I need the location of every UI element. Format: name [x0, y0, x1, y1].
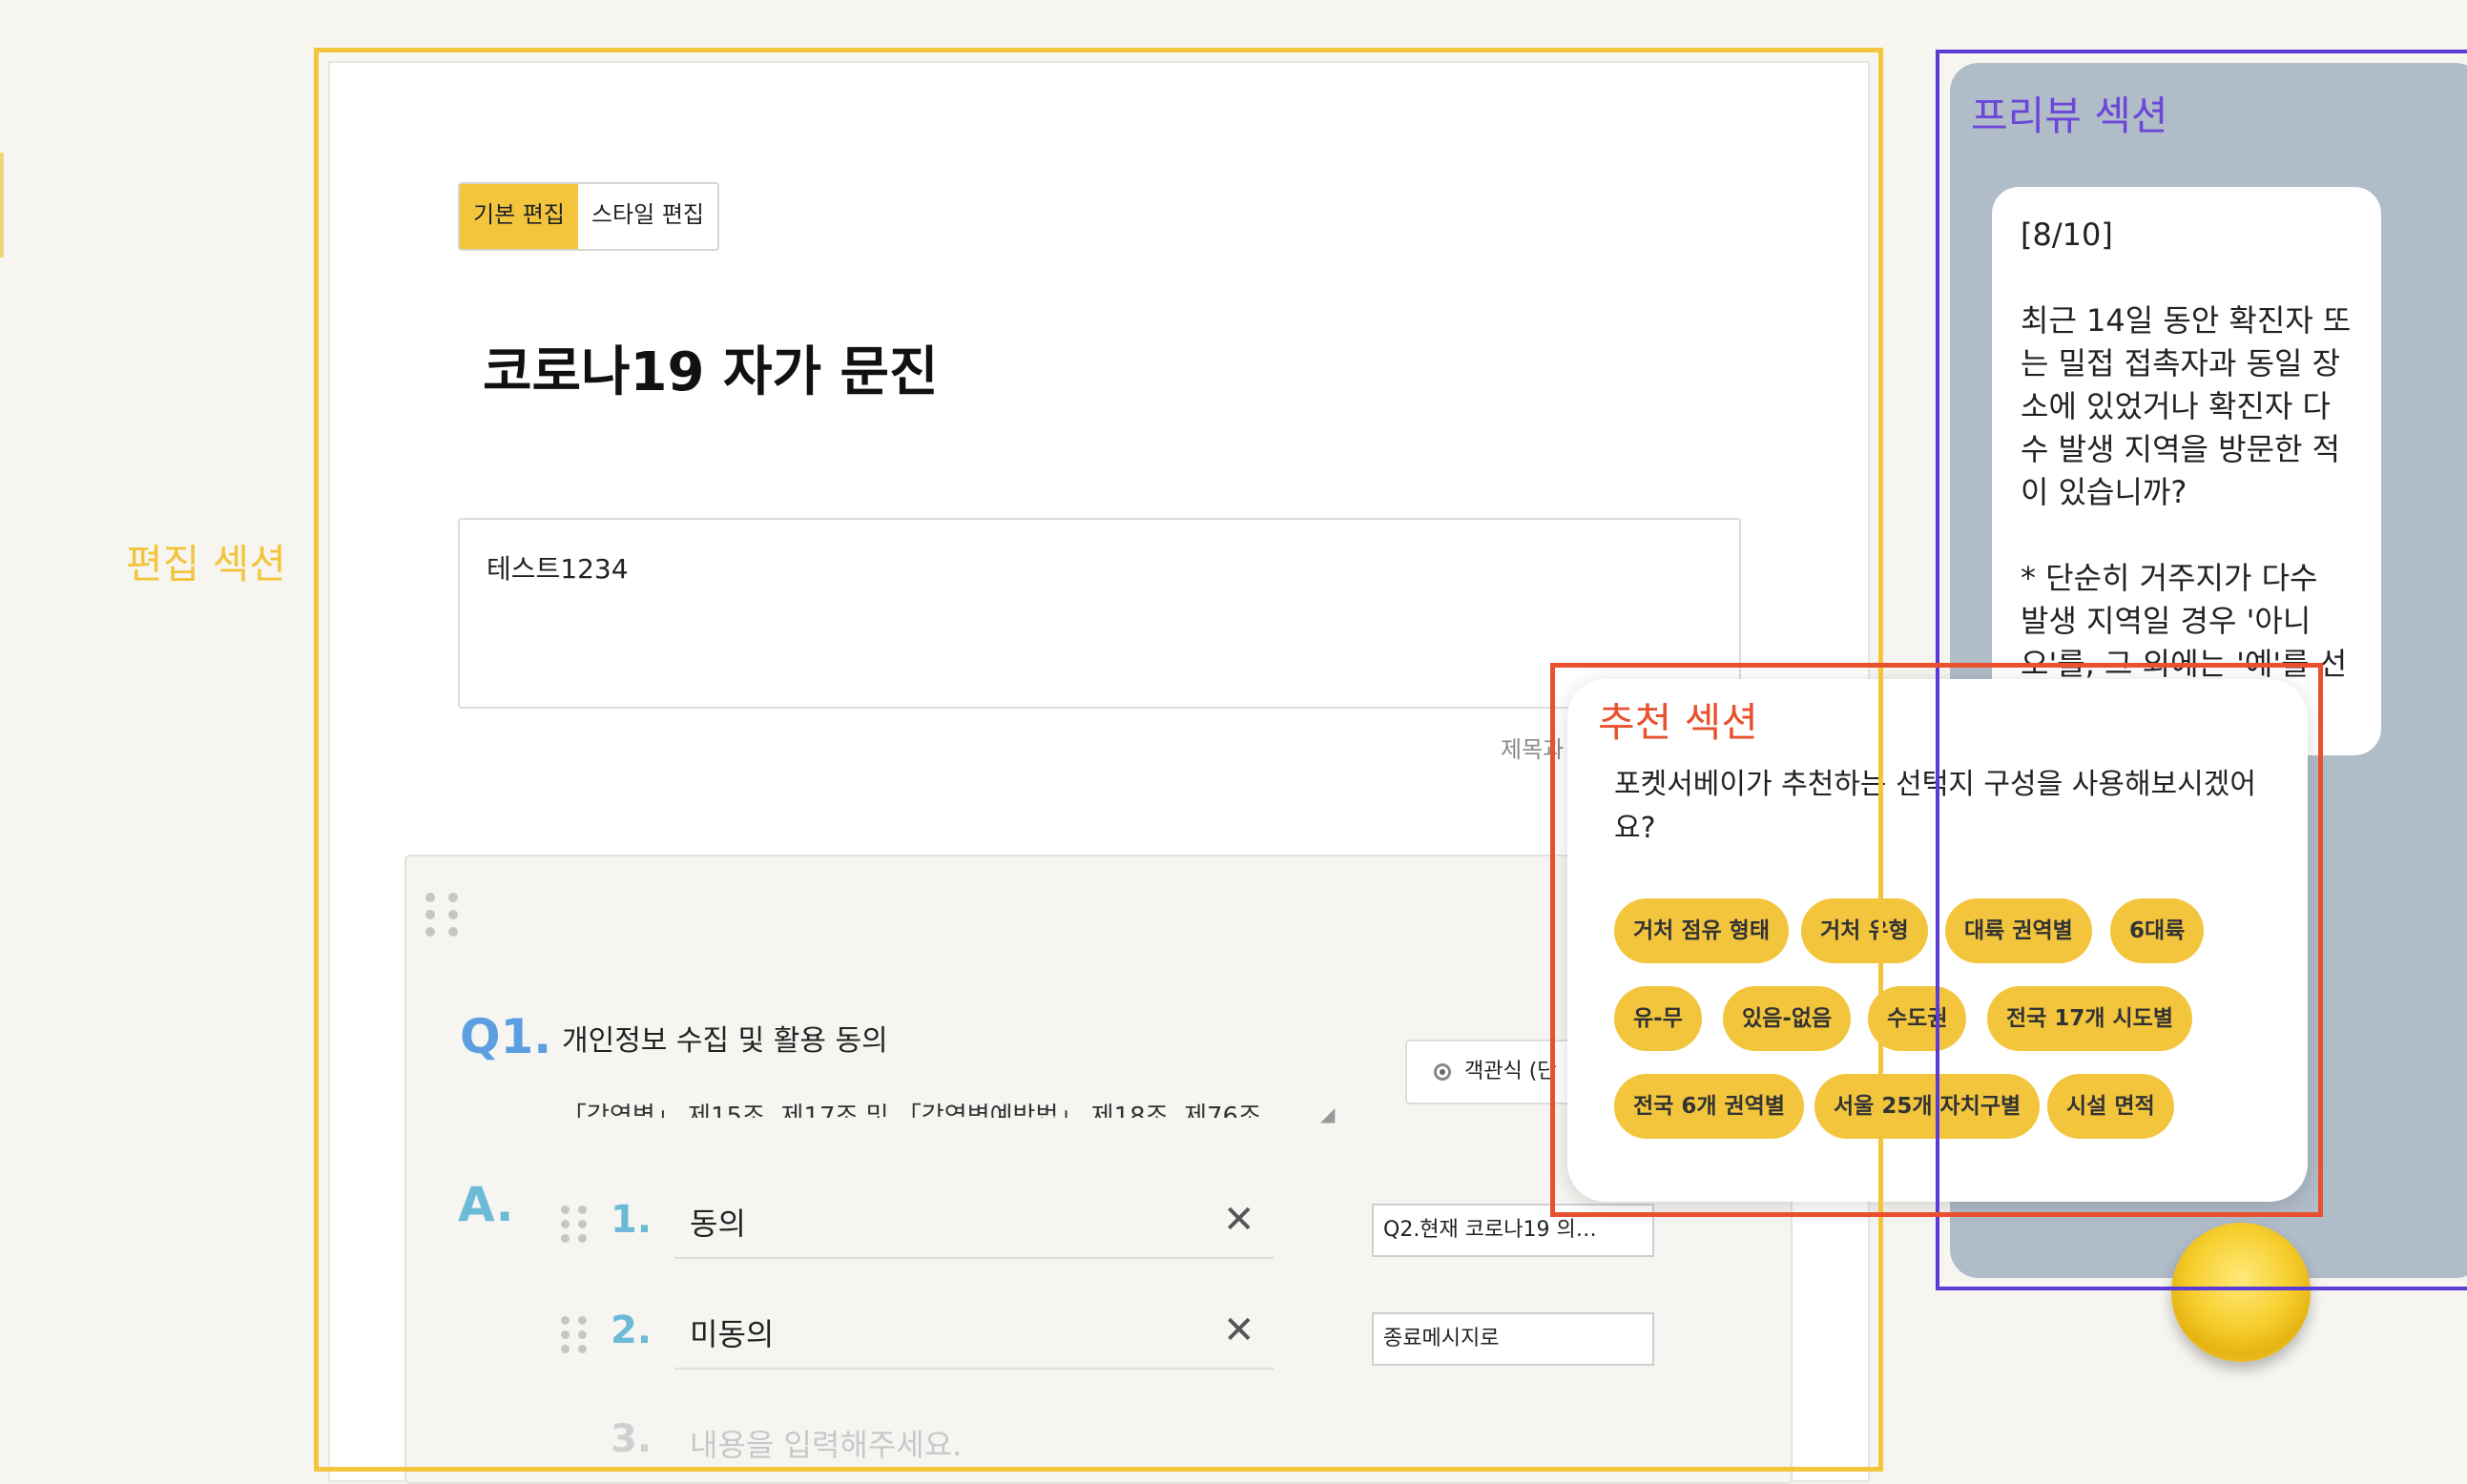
left-edge-marker: [0, 153, 4, 258]
edit-section-label: 편집 섹션: [126, 541, 286, 587]
recommend-section-frame: [1550, 663, 2323, 1217]
